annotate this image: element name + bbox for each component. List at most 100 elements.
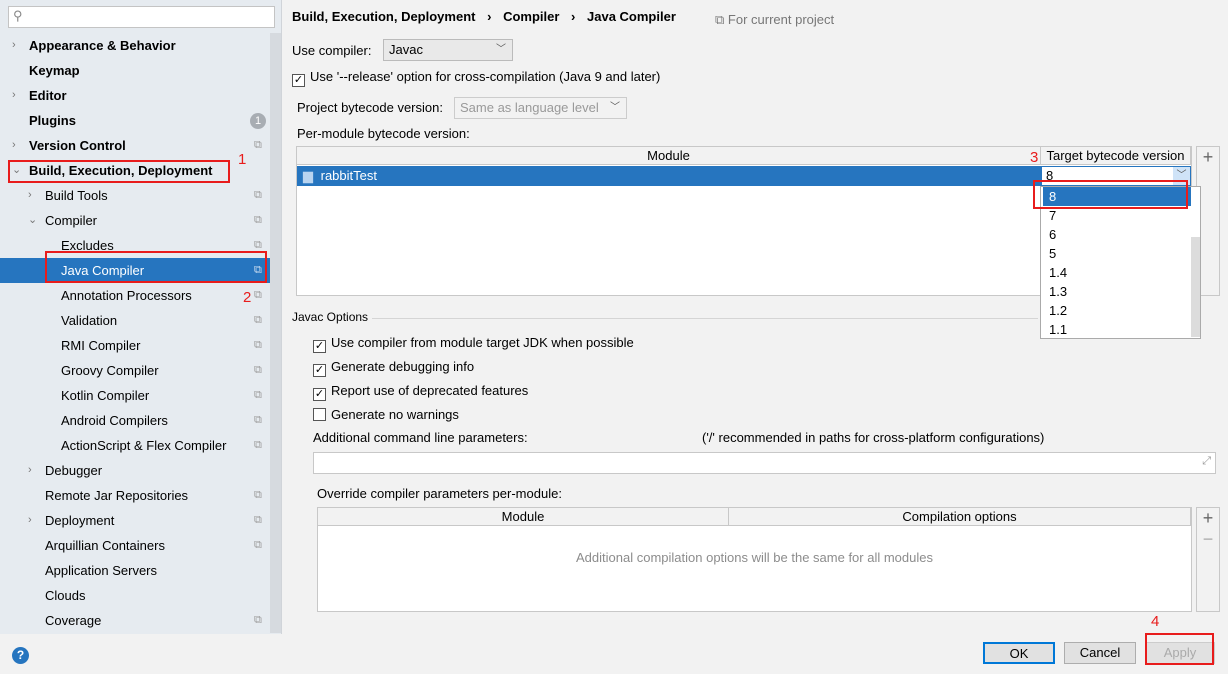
sidebar-item-label: Arquillian Containers: [45, 538, 165, 553]
chevron-down-icon: ﹀: [496, 44, 506, 55]
copy-icon: ⧉: [254, 414, 262, 426]
dropdown-option[interactable]: 5: [1049, 244, 1189, 263]
copy-icon: ⧉: [254, 514, 262, 526]
chevron-right-icon[interactable]: ›: [12, 83, 16, 108]
sidebar-item[interactable]: Validation ⧉: [0, 308, 270, 333]
sidebar-item[interactable]: Annotation Processors ⧉: [0, 283, 270, 308]
annotation-1: 1: [238, 151, 247, 168]
project-bytecode-value: Same as language level: [460, 100, 599, 115]
sidebar-item[interactable]: RMI Compiler ⧉: [0, 333, 270, 358]
sidebar-item[interactable]: ⌄ Compiler ⧉: [0, 208, 270, 233]
override-table: Module Compilation options Additional co…: [317, 507, 1192, 612]
sidebar-item[interactable]: › Version Control ⧉: [0, 133, 270, 158]
annotation-box-2: [45, 251, 267, 283]
scope-text: For current project: [727, 12, 835, 27]
sidebar-item[interactable]: Coverage ⧉: [0, 608, 270, 633]
additional-params-input[interactable]: ⤢: [313, 452, 1216, 474]
sidebar-item[interactable]: › Deployment ⧉: [0, 508, 270, 533]
sidebar-item[interactable]: Application Servers: [0, 558, 270, 583]
override-toolbar: + −: [1196, 507, 1220, 612]
table-row[interactable]: ▆ rabbitTest: [297, 166, 1041, 186]
javac-option-checkbox[interactable]: ✓ Use compiler from module target JDK whe…: [313, 335, 634, 353]
dropdown-option[interactable]: 1.2: [1049, 301, 1189, 320]
javac-option-checkbox[interactable]: Generate no warnings: [313, 407, 459, 422]
chevron-down-icon: ﹀: [610, 102, 620, 113]
sidebar-item-label: Deployment: [45, 513, 115, 528]
annotation-box-1: [8, 160, 230, 183]
annotation-box-3: [1033, 180, 1188, 209]
annotation-box-4: [1145, 633, 1214, 665]
checkbox-unchecked-icon: [313, 408, 326, 421]
column-header-module[interactable]: Module: [297, 147, 1041, 165]
compiler-value: Javac: [389, 42, 423, 57]
copy-icon: ⧉: [254, 489, 262, 501]
sidebar-item[interactable]: Remote Jar Repositories ⧉: [0, 483, 270, 508]
sidebar-item[interactable]: Keymap: [0, 58, 270, 83]
sidebar-item[interactable]: › Debugger: [0, 458, 270, 483]
help-button[interactable]: ?: [12, 647, 29, 664]
remove-button[interactable]: −: [1197, 529, 1219, 550]
chevron-right-icon[interactable]: ›: [12, 133, 16, 158]
column-header-target[interactable]: Target bytecode version: [1041, 147, 1191, 165]
sidebar-item-label: Debugger: [45, 463, 103, 478]
sidebar-item-label: Build Tools: [45, 188, 108, 203]
sidebar-item-label: Android Compilers: [61, 413, 168, 428]
dropdown-option[interactable]: 1.4: [1049, 263, 1189, 282]
sidebar-item-label: Clouds: [45, 588, 86, 603]
javac-option-checkbox[interactable]: ✓ Generate debugging info: [313, 359, 474, 377]
dropdown-option[interactable]: 6: [1049, 225, 1199, 244]
dropdown-option[interactable]: 1.1: [1049, 320, 1189, 339]
annotation-2: 2: [243, 289, 252, 306]
sidebar-item[interactable]: Clouds: [0, 583, 270, 608]
cancel-button[interactable]: Cancel: [1064, 642, 1136, 664]
copy-icon: ⧉: [254, 439, 262, 451]
project-bytecode-select[interactable]: Same as language level ﹀: [454, 97, 627, 119]
empty-table-text: Additional compilation options will be t…: [576, 550, 933, 565]
sidebar-item-label: Groovy Compiler: [61, 363, 159, 378]
settings-search-input[interactable]: ⚲: [8, 6, 275, 28]
sidebar-item-label: Appearance & Behavior: [29, 38, 176, 53]
expand-icon[interactable]: ⤢: [1202, 455, 1211, 468]
section-divider: [372, 318, 1038, 319]
ok-button[interactable]: OK: [983, 642, 1055, 664]
additional-params-hint: ('/' recommended in paths for cross-plat…: [702, 430, 1045, 445]
release-option-checkbox[interactable]: ✓ Use '--release' option for cross-compil…: [292, 69, 660, 87]
sidebar-item-label: Kotlin Compiler: [61, 388, 150, 403]
sidebar-item[interactable]: Arquillian Containers ⧉: [0, 533, 270, 558]
sidebar-item[interactable]: Android Compilers ⧉: [0, 408, 270, 433]
breadcrumb-separator: ›: [571, 9, 576, 24]
sidebar-scrollbar[interactable]: [270, 33, 281, 633]
chevron-right-icon[interactable]: ›: [12, 33, 16, 58]
sidebar-item[interactable]: Kotlin Compiler ⧉: [0, 383, 270, 408]
dropdown-option[interactable]: 1.3: [1049, 282, 1189, 301]
sidebar-item[interactable]: Groovy Compiler ⧉: [0, 358, 270, 383]
scope-label: ⧉ For current project: [715, 12, 834, 28]
copy-icon: ⧉: [254, 289, 262, 301]
sidebar-item[interactable]: › Editor: [0, 83, 270, 108]
sidebar-item-label: Remote Jar Repositories: [45, 488, 189, 503]
copy-icon: ⧉: [254, 614, 262, 626]
breadcrumb-item: Compiler: [503, 9, 560, 24]
chevron-right-icon[interactable]: ›: [28, 458, 32, 483]
add-button[interactable]: +: [1197, 508, 1219, 529]
settings-sidebar: ⚲ › Appearance & Behavior Keymap › Editor Plu…: [0, 0, 282, 634]
chevron-right-icon[interactable]: ›: [28, 508, 32, 533]
copy-icon: ⧉: [254, 214, 262, 226]
sidebar-item[interactable]: › Build Tools ⧉: [0, 183, 270, 208]
sidebar-item[interactable]: › Appearance & Behavior: [0, 33, 270, 58]
compiler-select[interactable]: Javac ﹀: [383, 39, 513, 61]
column-header-module[interactable]: Module: [318, 508, 729, 526]
sidebar-item[interactable]: ActionScript & Flex Compiler ⧉: [0, 433, 270, 458]
javac-option-checkbox[interactable]: ✓ Report use of deprecated features: [313, 383, 528, 401]
chevron-down-icon[interactable]: ⌄: [28, 208, 37, 233]
option-label: Report use of deprecated features: [331, 383, 529, 398]
checkbox-checked-icon: ✓: [292, 74, 305, 87]
column-header-options[interactable]: Compilation options: [729, 508, 1191, 526]
per-module-label: Per-module bytecode version:: [297, 126, 470, 141]
search-icon: ⚲: [13, 8, 23, 23]
chevron-right-icon[interactable]: ›: [28, 183, 32, 208]
copy-icon: ⧉: [254, 189, 262, 201]
sidebar-item[interactable]: Plugins 1: [0, 108, 270, 133]
dropdown-scrollbar[interactable]: [1191, 237, 1200, 337]
annotation-3: 3: [1030, 149, 1039, 166]
